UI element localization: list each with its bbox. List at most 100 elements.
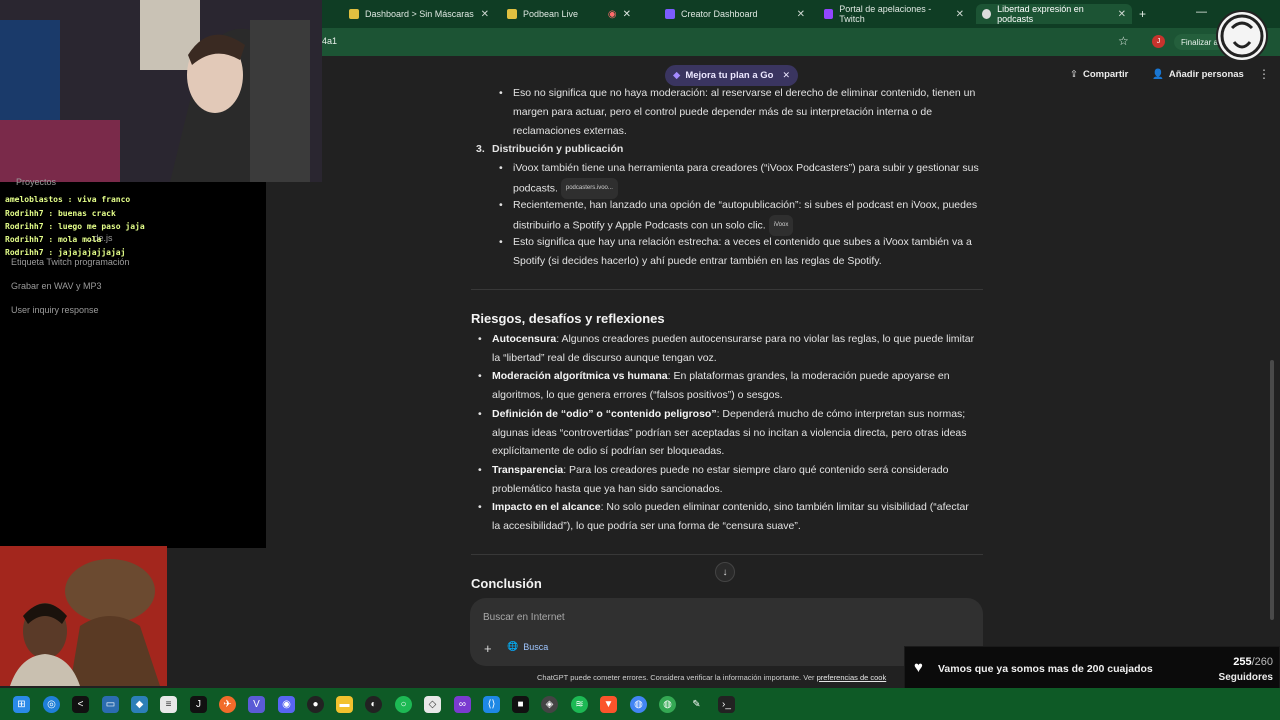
sidebar-item-inquiry[interactable]: User inquiry response (11, 305, 99, 315)
vscode-icon[interactable]: ⟨⟩ (483, 696, 500, 713)
app-icon[interactable]: < (72, 696, 89, 713)
tab-dashboard-sin-mascaras[interactable]: Dashboard > Sin Máscaras ✕ (343, 4, 495, 24)
pen-icon[interactable]: ✎ (688, 696, 705, 713)
creator-icon (665, 9, 675, 19)
disclaimer: ChatGPT puede cometer errores. Considera… (537, 673, 886, 682)
edge-icon[interactable]: ◎ (43, 696, 60, 713)
folder-icon[interactable]: ▬ (336, 696, 353, 713)
list-item-text: : Para los creadores puede no estar siem… (563, 464, 949, 476)
list-item-cont: algunas ideas “controvertidas” podrían s… (492, 427, 967, 439)
upgrade-plan-button[interactable]: ◆ Mejora tu plan a Go ✕ (665, 65, 799, 86)
list-item: Impacto en el alcance: No solo pueden el… (478, 498, 969, 517)
obs-icon[interactable]: ● (307, 696, 324, 713)
minimize-icon[interactable]: — (1196, 6, 1207, 18)
section-heading: Conclusión (471, 576, 542, 591)
close-icon[interactable]: ✕ (481, 9, 489, 20)
list-item-cont: la accesibilidad”), lo que podría ser un… (492, 520, 801, 532)
scrollbar[interactable] (1270, 360, 1274, 620)
app-icon[interactable]: ○ (395, 696, 412, 713)
postman-icon[interactable]: ✈ (219, 696, 236, 713)
start-icon[interactable]: ⊞ (13, 696, 30, 713)
chat-message: ameloblastos : viva franco (5, 195, 131, 204)
globe-icon: 🌐 (507, 641, 519, 651)
app-icon[interactable]: ◇ (424, 696, 441, 713)
discord-icon[interactable]: ◉ (278, 696, 295, 713)
list-number: 3. (476, 143, 485, 155)
tab-podbean-live[interactable]: Podbean Live ◉ ✕ (501, 4, 637, 24)
more-options-icon[interactable]: ⋮ (1258, 67, 1270, 81)
share-icon: ⇪ (1070, 69, 1078, 80)
webcam-image (0, 0, 322, 182)
github-icon[interactable]: ◐ (365, 696, 382, 713)
close-icon[interactable]: ✕ (797, 9, 805, 20)
paragraph-line: Eso no significa que no haya moderación:… (499, 84, 975, 103)
share-label: Compartir (1082, 69, 1129, 80)
profile-avatar[interactable]: J (1152, 35, 1165, 48)
list-item-text: podcasts. (513, 182, 558, 195)
search-web-button[interactable]: 🌐 Busca (507, 641, 548, 652)
add-attachment-icon[interactable]: + (484, 641, 492, 656)
et-image (0, 546, 167, 686)
list-item: Esto significa que hay una relación estr… (499, 233, 972, 252)
brave-icon[interactable]: ▼ (600, 696, 617, 713)
close-icon[interactable]: ✕ (623, 9, 631, 20)
chat-text: viva franco (77, 195, 131, 204)
close-icon[interactable]: ✕ (1118, 9, 1126, 20)
unity-icon[interactable]: ◈ (541, 696, 558, 713)
share-button[interactable]: ⇪ Compartir (1070, 69, 1128, 80)
vivaldi-icon[interactable]: V (248, 696, 265, 713)
list-item-cont: explícitamente de odio sí podrían ser bl… (492, 445, 725, 457)
app-icon[interactable]: ■ (512, 696, 529, 713)
tab-label: Dashboard > Sin Máscaras (365, 9, 474, 19)
record-icon: ◉ (607, 8, 617, 20)
terminal-icon[interactable]: ›_ (718, 696, 735, 713)
scroll-down-button[interactable]: ↓ (715, 562, 735, 582)
list-item-bold: Impacto en el alcance (492, 501, 601, 513)
star-icon[interactable]: ☆ (1118, 34, 1129, 48)
notepad-icon[interactable]: ≡ (160, 696, 177, 713)
list-item-bold: Autocensura (492, 333, 557, 345)
chat-message: Rodrihh7 : luego me paso jaja (5, 222, 145, 231)
sidebar-projects[interactable]: Proyectos (16, 177, 56, 187)
close-icon[interactable]: ✕ (956, 9, 964, 20)
list-item-text: distribuirlo a Spotify y Apple Podcasts … (513, 219, 766, 232)
arrow-down-icon: ↓ (722, 566, 728, 578)
monitor-icon[interactable]: ▭ (102, 696, 119, 713)
tab-label: Libertad expresión en podcasts (997, 4, 1084, 24)
tab-portal-apelaciones[interactable]: Portal de apelaciones - Twitch ✕ (818, 4, 970, 24)
list-item-cont: problemático hasta que ya han sido sanci… (492, 483, 723, 495)
chat-text: mola mola (57, 235, 102, 244)
tab-label: Portal de apelaciones - Twitch (839, 4, 932, 24)
busca-label: Busca (523, 641, 549, 652)
list-item-bold: Transparencia (492, 464, 564, 476)
url-text[interactable]: 4a1 (322, 36, 337, 46)
upgrade-label: Mejora tu plan a Go (685, 70, 774, 81)
heart-icon: ♥ (914, 659, 923, 676)
sidebar-item-etiqueta[interactable]: Etiqueta Twitch programación (11, 257, 129, 267)
cookie-preferences-link[interactable]: preferencias de cook (817, 673, 887, 682)
close-icon[interactable]: ✕ (782, 70, 790, 81)
list-item-text: : En plataformas grandes, la moderación … (667, 370, 950, 382)
list-item: Autocensura: Algunos creadores pueden au… (478, 330, 974, 349)
tab-libertad-expresion[interactable]: Libertad expresión en podcasts ✕ (976, 4, 1132, 24)
chrome-profile-icon[interactable]: ◍ (659, 696, 676, 713)
new-tab-button[interactable]: + (1139, 7, 1146, 21)
divider (471, 289, 983, 290)
webcam-overlay (0, 0, 322, 182)
app-icon[interactable]: ◆ (131, 696, 148, 713)
tab-label: Creator Dashboard (681, 9, 758, 19)
sidebar-item-grabar[interactable]: Grabar en WAV y MP3 (11, 281, 102, 291)
chrome-icon[interactable]: ◍ (630, 696, 647, 713)
search-input[interactable] (483, 609, 883, 625)
intellij-icon[interactable]: J (190, 696, 207, 713)
tab-creator-dashboard[interactable]: Creator Dashboard ✕ (659, 4, 811, 24)
add-people-button[interactable]: 👤 Añadir personas (1152, 69, 1244, 80)
spotify-icon[interactable]: ≋ (571, 696, 588, 713)
goal-message: Vamos que ya somos mas de 200 cuajados (938, 663, 1153, 675)
list-item-cont: Spotify (si decides hacerlo) y ahí puede… (513, 255, 882, 267)
chat-message: Rodrihh7 : jajajajajjajaj (5, 248, 126, 257)
visual-studio-icon[interactable]: ∞ (454, 696, 471, 713)
list-item-text: : Dependerá mucho de cómo interpretan su… (716, 408, 966, 420)
list-item-cont: la “libertad” real de discurso aunque te… (492, 352, 717, 364)
list-item-text: : No solo pueden eliminar contenido, sin… (600, 501, 969, 513)
